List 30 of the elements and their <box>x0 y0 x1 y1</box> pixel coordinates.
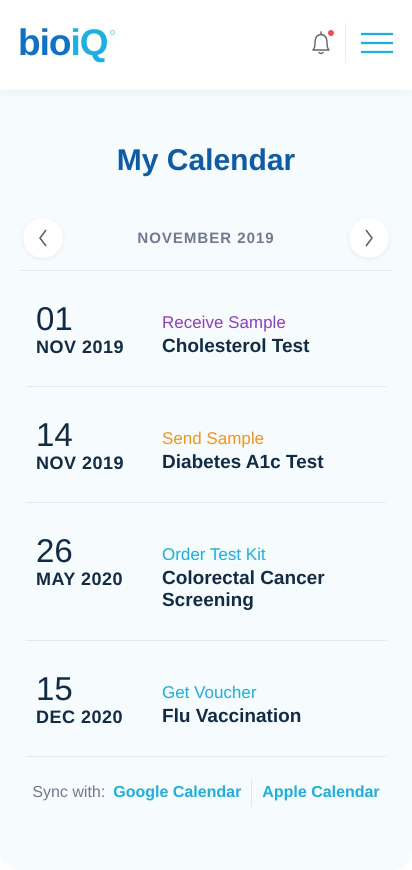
previous-month-button[interactable] <box>23 218 63 258</box>
event-type: Order Test Kit <box>162 545 267 565</box>
event-month-year: NOV 2019 <box>36 453 126 474</box>
event-day: 15 <box>36 671 162 707</box>
event-name: Cholesterol Test <box>162 336 310 358</box>
registered-icon <box>110 30 115 35</box>
event-day: 26 <box>36 533 162 569</box>
logo-text: iQ <box>70 22 108 64</box>
event-name: Flu Vaccination <box>162 706 302 728</box>
chevron-right-icon <box>364 229 374 247</box>
event-type: Get Voucher <box>162 683 258 703</box>
sync-label: Sync with: <box>32 784 106 802</box>
event-day: 14 <box>36 417 162 453</box>
event-month-year: NOV 2019 <box>36 337 126 358</box>
next-month-button[interactable] <box>349 218 389 258</box>
event-type: Receive Sample <box>162 313 287 333</box>
calendar-link[interactable]: Apple Calendar <box>262 784 380 802</box>
calendar-link[interactable]: Google Calendar <box>113 784 242 802</box>
menu-button[interactable] <box>360 32 394 54</box>
event-type: Send Sample <box>162 429 266 449</box>
menu-icon <box>360 32 394 54</box>
event-month-year: DEC 2020 <box>36 707 124 728</box>
chevron-left-icon <box>38 229 48 247</box>
month-label: NOVEMBER 2019 <box>137 230 275 246</box>
event-name: Colorectal Cancer Screening <box>162 568 326 612</box>
event-month-year: MAY 2020 <box>36 569 124 590</box>
event-day: 01 <box>36 301 162 337</box>
logo-text: bio <box>18 22 70 64</box>
event-name: Diabetes A1c Test <box>162 452 325 474</box>
page-title: My Calendar <box>116 144 296 178</box>
